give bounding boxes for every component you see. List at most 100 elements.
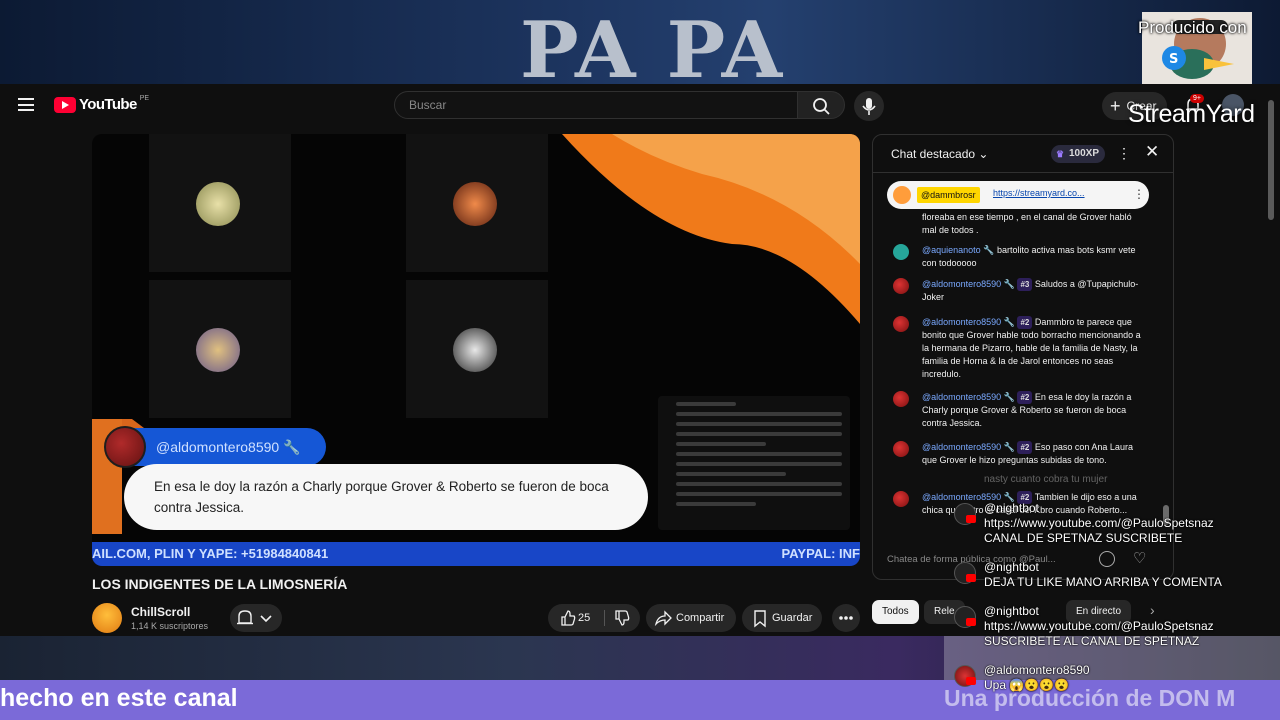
wrench-icon: 🔧 bbox=[983, 245, 995, 255]
save-button[interactable]: Guardar bbox=[742, 604, 822, 632]
overlay-chat-item: @nightbot DEJA TU LIKE MANO ARRIBA Y COME… bbox=[954, 560, 1254, 590]
like-dislike-group: 25 bbox=[548, 604, 640, 632]
pinned-link[interactable]: https://streamyard.co... bbox=[993, 188, 1085, 198]
chat-messages[interactable]: floreaba en ese tiempo , en el canal de … bbox=[873, 211, 1173, 537]
user-avatar bbox=[893, 491, 909, 507]
overlay-message: En esa le doy la razón a Charly porque G… bbox=[124, 464, 648, 530]
youtube-logo[interactable]: YouTube PE bbox=[54, 95, 150, 113]
subscriber-count: 1,14 K suscriptores bbox=[131, 621, 209, 631]
stream-top-banner: PA PA bbox=[0, 0, 1280, 84]
xp-badge[interactable]: ♛ 100XP bbox=[1051, 145, 1106, 163]
message-author[interactable]: @aquienanoto bbox=[922, 245, 981, 255]
overlay-chat-text: DEJA TU LIKE MANO ARRIBA Y COMENTA bbox=[984, 575, 1222, 589]
wrench-icon: 🔧 bbox=[1003, 279, 1015, 289]
participant-avatar bbox=[196, 328, 240, 372]
message-author[interactable]: @aldomontero8590 bbox=[922, 442, 1001, 452]
chevron-down-icon bbox=[260, 615, 272, 623]
thumbs-down-icon[interactable] bbox=[608, 604, 636, 632]
bookmark-icon bbox=[754, 610, 766, 628]
overlay-chat-author: @nightbot bbox=[984, 501, 1039, 515]
user-avatar bbox=[893, 441, 909, 457]
message-author[interactable]: @aldomontero8590 bbox=[922, 392, 1001, 402]
bottom-left-text: hecho en este canal bbox=[0, 684, 238, 712]
youtube-header: YouTube PE Buscar + Crear 9+ bbox=[0, 84, 1280, 128]
chat-message: @aldomontero8590 🔧 #3 Saludos a @Tupapic… bbox=[893, 278, 1143, 304]
banner-text: PA PA bbox=[520, 5, 785, 85]
search-button[interactable] bbox=[797, 91, 845, 119]
overlay-chat-item: @aldomontero8590 Upa 😱😮😮😮 bbox=[954, 663, 1254, 693]
svg-text:S: S bbox=[1169, 52, 1178, 67]
chat-options-icon[interactable]: ⋮ bbox=[1117, 145, 1131, 161]
overlay-chat-item: @nightbot https://www.youtube.com/@PauloS… bbox=[954, 501, 1254, 546]
voice-search-button[interactable] bbox=[854, 91, 884, 121]
chip-all[interactable]: Todos bbox=[872, 600, 919, 624]
more-horizontal-icon bbox=[839, 616, 853, 620]
chat-message: @aldomontero8590 🔧 #2 Eso paso con Ana L… bbox=[893, 441, 1143, 467]
faded-chat-text: nasty cuanto cobra tu mujer bbox=[984, 474, 1108, 485]
overlay-chat-text: https://www.youtube.com/@PauloSpetsnaz S… bbox=[984, 619, 1214, 648]
youtube-icon bbox=[966, 677, 976, 685]
chat-title: Chat destacado bbox=[891, 147, 976, 161]
youtube-play-icon bbox=[54, 96, 76, 113]
overlay-chat-item: @nightbot https://www.youtube.com/@PauloS… bbox=[954, 604, 1254, 649]
message-author[interactable]: @aldomontero8590 bbox=[922, 317, 1001, 327]
search-icon bbox=[813, 98, 830, 115]
participant-avatar bbox=[453, 328, 497, 372]
wrench-icon: 🔧 bbox=[1003, 392, 1015, 402]
overlay-chat-text: Upa 😱😮😮😮 bbox=[984, 678, 1070, 692]
chevron-down-icon: ⌄ bbox=[978, 147, 989, 161]
rank-badge: #3 bbox=[1017, 278, 1033, 291]
overlay-chat-text: https://www.youtube.com/@PauloSpetsnaz C… bbox=[984, 516, 1214, 545]
wrench-icon: 🔧 bbox=[1003, 317, 1015, 327]
crown-icon: ♛ bbox=[1056, 149, 1065, 159]
search-input[interactable]: Buscar bbox=[394, 91, 798, 119]
overlay-chat-author: @nightbot bbox=[984, 560, 1039, 574]
menu-icon[interactable] bbox=[18, 98, 34, 111]
more-actions-button[interactable] bbox=[832, 604, 860, 632]
streamyard-watermark: StreamYard bbox=[1128, 100, 1255, 128]
wrench-icon: 🔧 bbox=[1003, 442, 1015, 452]
rank-badge: #2 bbox=[1017, 316, 1033, 329]
donation-ticker: AIL.COM, PLIN Y YAPE: +51984840841 PAYPA… bbox=[92, 542, 860, 566]
close-icon[interactable]: ✕ bbox=[1145, 143, 1159, 161]
chat-mode-dropdown[interactable]: Chat destacado ⌄ bbox=[891, 147, 988, 161]
share-button[interactable]: Compartir bbox=[646, 604, 736, 632]
participant-tile bbox=[406, 280, 548, 418]
pinned-avatar bbox=[893, 186, 911, 204]
like-count: 25 bbox=[578, 612, 591, 624]
video-player[interactable]: @aldomontero8590 🔧 En esa le doy la razó… bbox=[92, 134, 860, 566]
page-scrollbar[interactable] bbox=[1268, 100, 1274, 220]
chat-message: @aldomontero8590 🔧 #2 En esa le doy la r… bbox=[893, 391, 1143, 430]
pinned-message[interactable]: @dammbrosr https://streamyard.co... ⋮ bbox=[887, 181, 1149, 209]
channel-avatar[interactable] bbox=[92, 603, 122, 633]
youtube-icon bbox=[966, 618, 976, 626]
youtube-icon bbox=[966, 515, 976, 523]
youtube-icon bbox=[966, 574, 976, 582]
participant-tile bbox=[149, 280, 291, 418]
xp-label: 100XP bbox=[1069, 148, 1100, 159]
message-text: floreaba en ese tiempo , en el canal de … bbox=[922, 212, 1132, 235]
plus-icon: + bbox=[1110, 96, 1121, 116]
pinned-username: @dammbrosr bbox=[917, 187, 980, 203]
pinned-options-icon[interactable]: ⋮ bbox=[1133, 187, 1145, 201]
user-avatar bbox=[893, 391, 909, 407]
ticker-left-text: AIL.COM, PLIN Y YAPE: +51984840841 bbox=[92, 546, 329, 561]
channel-name[interactable]: ChillScroll bbox=[131, 605, 190, 619]
message-author[interactable]: @aldomontero8590 bbox=[922, 279, 1001, 289]
country-code: PE bbox=[139, 95, 150, 102]
bell-icon bbox=[237, 610, 272, 625]
overlay-chat-author: @aldomontero8590 bbox=[984, 663, 1090, 677]
chat-message: @aldomontero8590 🔧 #2 Dammbro te parece … bbox=[893, 316, 1143, 381]
participant-tile bbox=[149, 134, 291, 272]
participant-avatar bbox=[196, 182, 240, 226]
chat-message: @aquienanoto 🔧 bartolito activa mas bots… bbox=[893, 244, 1143, 270]
chat-message: floreaba en ese tiempo , en el canal de … bbox=[893, 211, 1143, 237]
overlay-chat-author: @nightbot bbox=[984, 604, 1039, 618]
subscription-bell-button[interactable] bbox=[230, 604, 282, 632]
ticker-right-text: PAYPAL: INF bbox=[781, 546, 861, 561]
share-icon bbox=[654, 610, 672, 627]
overlay-avatar bbox=[104, 426, 146, 468]
wrench-icon: 🔧 bbox=[283, 439, 301, 455]
mic-icon bbox=[862, 98, 876, 115]
user-avatar bbox=[893, 244, 909, 260]
